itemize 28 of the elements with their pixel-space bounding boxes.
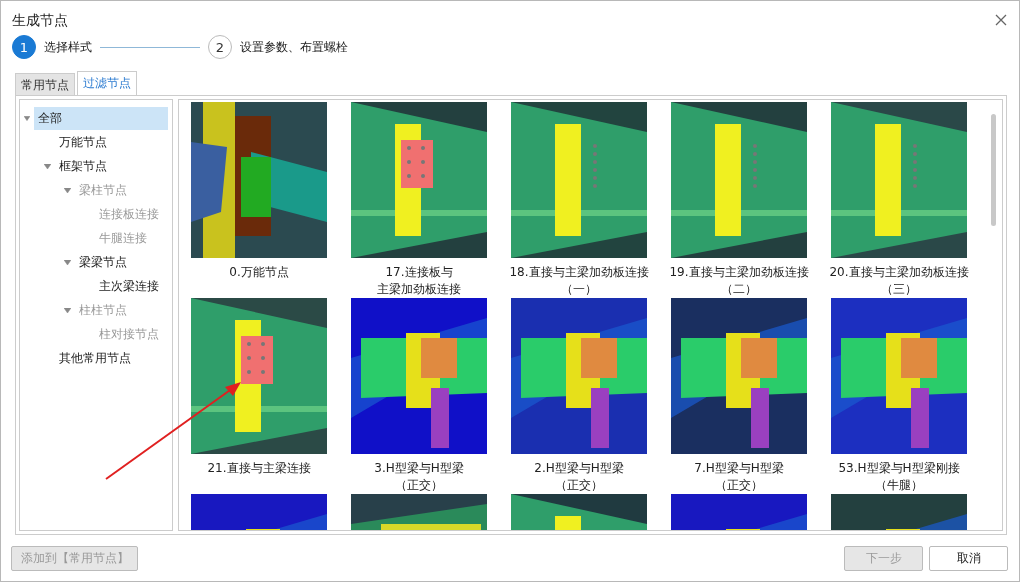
tab[interactable]: 过滤节点 bbox=[77, 71, 137, 95]
step-number: 1 bbox=[12, 35, 36, 59]
tree-item[interactable]: 全部 bbox=[33, 106, 168, 130]
dialog-button[interactable]: 取消 bbox=[929, 546, 1008, 571]
tree-item[interactable]: 其他常用节点 bbox=[55, 346, 135, 370]
caret-icon[interactable] bbox=[44, 163, 51, 169]
node-caption: 53.H型梁与H型梁刚接 （牛腿） bbox=[838, 460, 960, 494]
tree-item[interactable]: 万能节点 bbox=[55, 130, 111, 154]
node-caption: 0.万能节点 bbox=[229, 264, 289, 281]
window-title: 生成节点 bbox=[12, 12, 68, 30]
node-caption: 19.直接与主梁加劲板连接 （二） bbox=[669, 264, 809, 298]
scrollbar-thumb[interactable] bbox=[991, 114, 996, 226]
tab[interactable]: 常用节点 bbox=[15, 73, 75, 95]
node-caption: 21.直接与主梁连接 bbox=[207, 460, 311, 477]
node-caption: 7.H型梁与H型梁 （正交） bbox=[694, 460, 784, 494]
node-caption: 3.H型梁与H型梁 （正交） bbox=[374, 460, 464, 494]
node-caption: 20.直接与主梁加劲板连接 （三） bbox=[829, 264, 969, 298]
node-caption: 18.直接与主梁加劲板连接 （一） bbox=[509, 264, 649, 298]
step-label: 设置参数、布置螺栓 bbox=[240, 38, 348, 56]
tree-item[interactable]: 框架节点 bbox=[55, 154, 111, 178]
tree-item[interactable]: 主次梁连接 bbox=[95, 274, 163, 298]
node-caption: 2.H型梁与H型梁 （正交） bbox=[534, 460, 624, 494]
caret-icon[interactable] bbox=[64, 259, 71, 265]
caret-icon[interactable] bbox=[24, 115, 30, 121]
tree-item[interactable]: 梁梁节点 bbox=[75, 250, 131, 274]
close-icon[interactable] bbox=[995, 14, 1007, 26]
node-caption: 17.连接板与 主梁加劲板连接 bbox=[377, 264, 461, 298]
step-label: 选择样式 bbox=[44, 38, 92, 56]
